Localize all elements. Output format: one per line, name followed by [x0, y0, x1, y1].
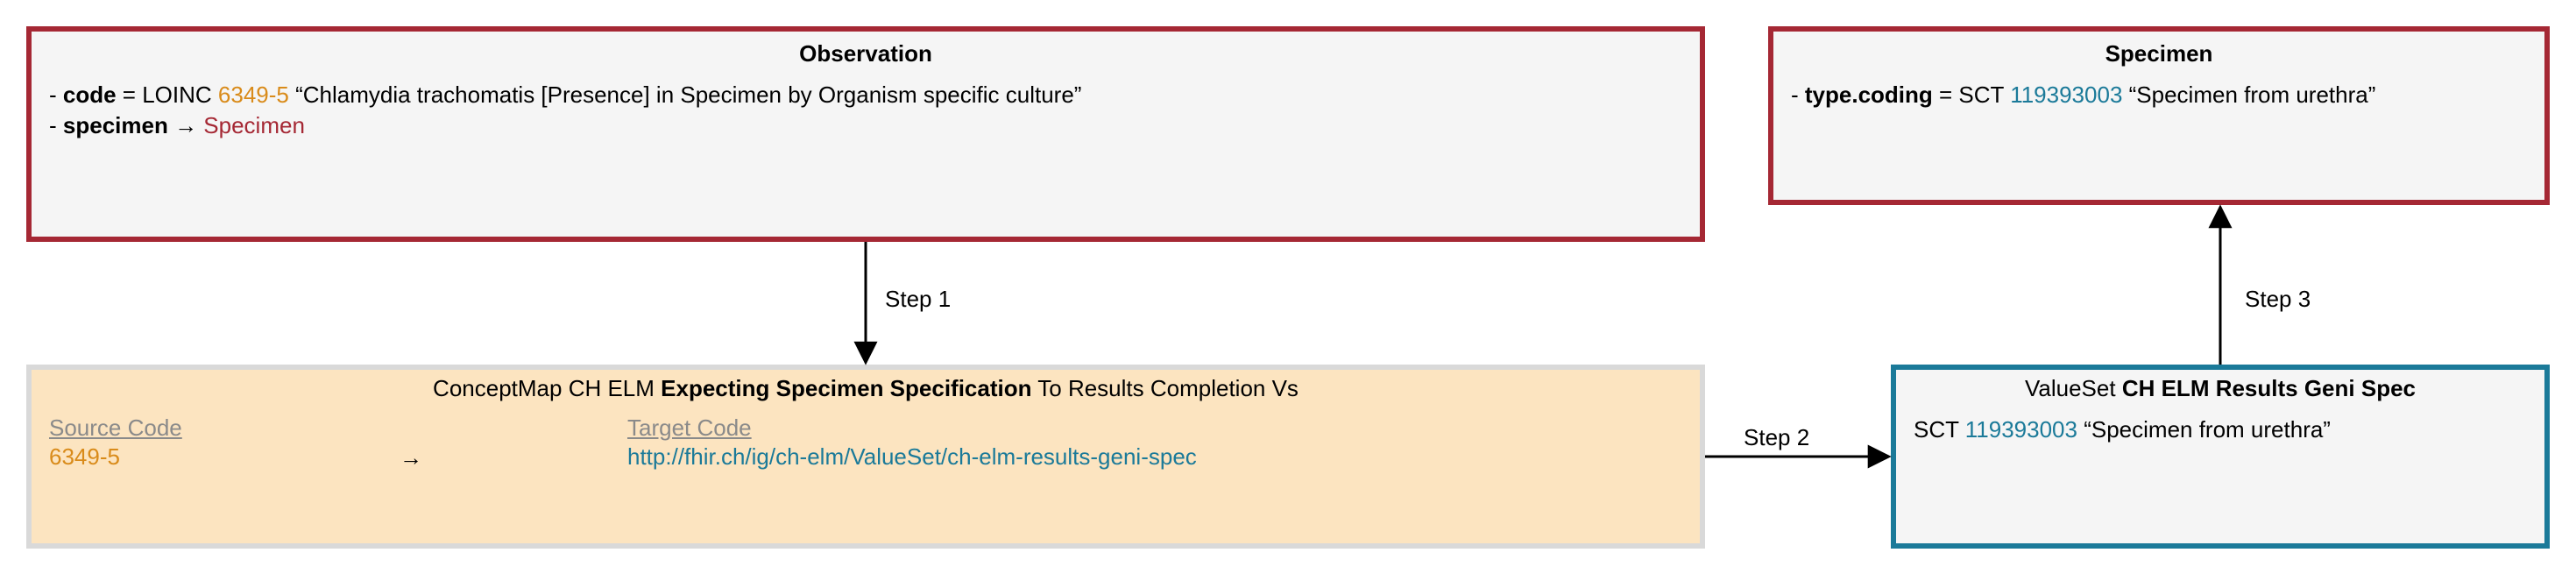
source-code: 6349-5 [49, 442, 400, 472]
valueset-entry: SCT 119393003 “Specimen from urethra” [1914, 414, 2527, 445]
specimen-ref: Specimen [203, 112, 305, 138]
observation-code-line: - code = LOINC 6349-5 “Chlamydia trachom… [49, 80, 1682, 110]
specimen-label: specimen [63, 112, 168, 138]
conceptmap-box: ConceptMap CH ELM Expecting Specimen Spe… [26, 365, 1705, 549]
observation-specimen-line: - specimen → Specimen [49, 110, 1682, 141]
sct-code: 119393003 [2010, 81, 2122, 108]
vs-sct-code: 119393003 [1965, 416, 2077, 443]
conceptmap-grid: Source Code 6349-5 → Target Code http://… [49, 414, 1682, 472]
step2-label: Step 2 [1744, 424, 1809, 451]
observation-title: Observation [49, 40, 1682, 67]
valueset-box: ValueSet CH ELM Results Geni Spec SCT 11… [1891, 365, 2550, 549]
code-label: code [63, 81, 117, 108]
specimen-type-line: - type.coding = SCT 119393003 “Specimen … [1791, 80, 2527, 110]
diagram-canvas: Observation - code = LOINC 6349-5 “Chlam… [0, 0, 2576, 581]
specimen-title: Specimen [1791, 40, 2527, 67]
step1-label: Step 1 [885, 286, 951, 313]
target-header: Target Code [627, 414, 1682, 442]
target-col: Target Code http://fhir.ch/ig/ch-elm/Val… [627, 414, 1682, 472]
vs-display: “Specimen from urethra” [2077, 416, 2331, 443]
source-col: Source Code 6349-5 [49, 414, 400, 472]
map-arrow-icon: → [400, 444, 627, 471]
arrow-col: → [400, 414, 627, 471]
conceptmap-title: ConceptMap CH ELM Expecting Specimen Spe… [49, 375, 1682, 402]
valueset-title: ValueSet CH ELM Results Geni Spec [1914, 375, 2527, 402]
source-header: Source Code [49, 414, 400, 442]
specimen-box: Specimen - type.coding = SCT 119393003 “… [1768, 26, 2550, 205]
type-display: “Specimen from urethra” [2122, 81, 2375, 108]
type-label: type.coding [1805, 81, 1933, 108]
loinc-code: 6349-5 [218, 81, 289, 108]
step3-label: Step 3 [2245, 286, 2311, 313]
observation-box: Observation - code = LOINC 6349-5 “Chlam… [26, 26, 1705, 242]
target-url: http://fhir.ch/ig/ch-elm/ValueSet/ch-elm… [627, 442, 1682, 472]
code-display: “Chlamydia trachomatis [Presence] in Spe… [289, 81, 1082, 108]
